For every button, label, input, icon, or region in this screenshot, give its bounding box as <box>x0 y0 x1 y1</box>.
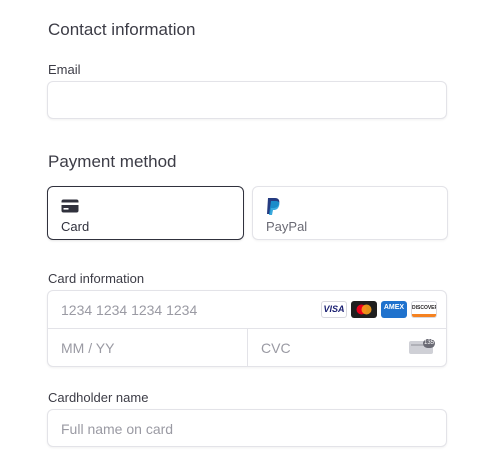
email-field[interactable] <box>47 81 447 119</box>
paypal-method-label: PayPal <box>266 219 308 234</box>
cvc-placeholder: CVC <box>261 340 291 356</box>
cardholder-label: Cardholder name <box>48 390 149 405</box>
expiry-placeholder: MM / YY <box>61 340 115 356</box>
email-label: Email <box>48 62 81 77</box>
card-method-label: Card <box>61 219 90 234</box>
visa-icon: VISA <box>321 301 347 318</box>
cardholder-name-input[interactable]: Full name on card <box>47 409 447 447</box>
paypal-icon <box>267 198 280 215</box>
mastercard-icon <box>351 301 377 318</box>
discover-icon: DISCOVER <box>411 301 437 318</box>
payment-method-paypal[interactable]: PayPal <box>252 186 448 240</box>
payment-method-card[interactable]: Card <box>47 186 244 240</box>
card-icon <box>61 199 79 213</box>
payment-heading: Payment method <box>48 152 177 171</box>
expiry-input[interactable]: MM / YY <box>48 329 247 366</box>
contact-heading: Contact information <box>48 20 196 39</box>
cvc-card-icon: 135 <box>409 339 435 354</box>
cardholder-placeholder: Full name on card <box>61 421 174 437</box>
card-info-label: Card information <box>48 271 145 286</box>
amex-icon: AMEX <box>381 301 407 318</box>
card-number-placeholder: 1234 1234 1234 1234 <box>61 302 198 318</box>
